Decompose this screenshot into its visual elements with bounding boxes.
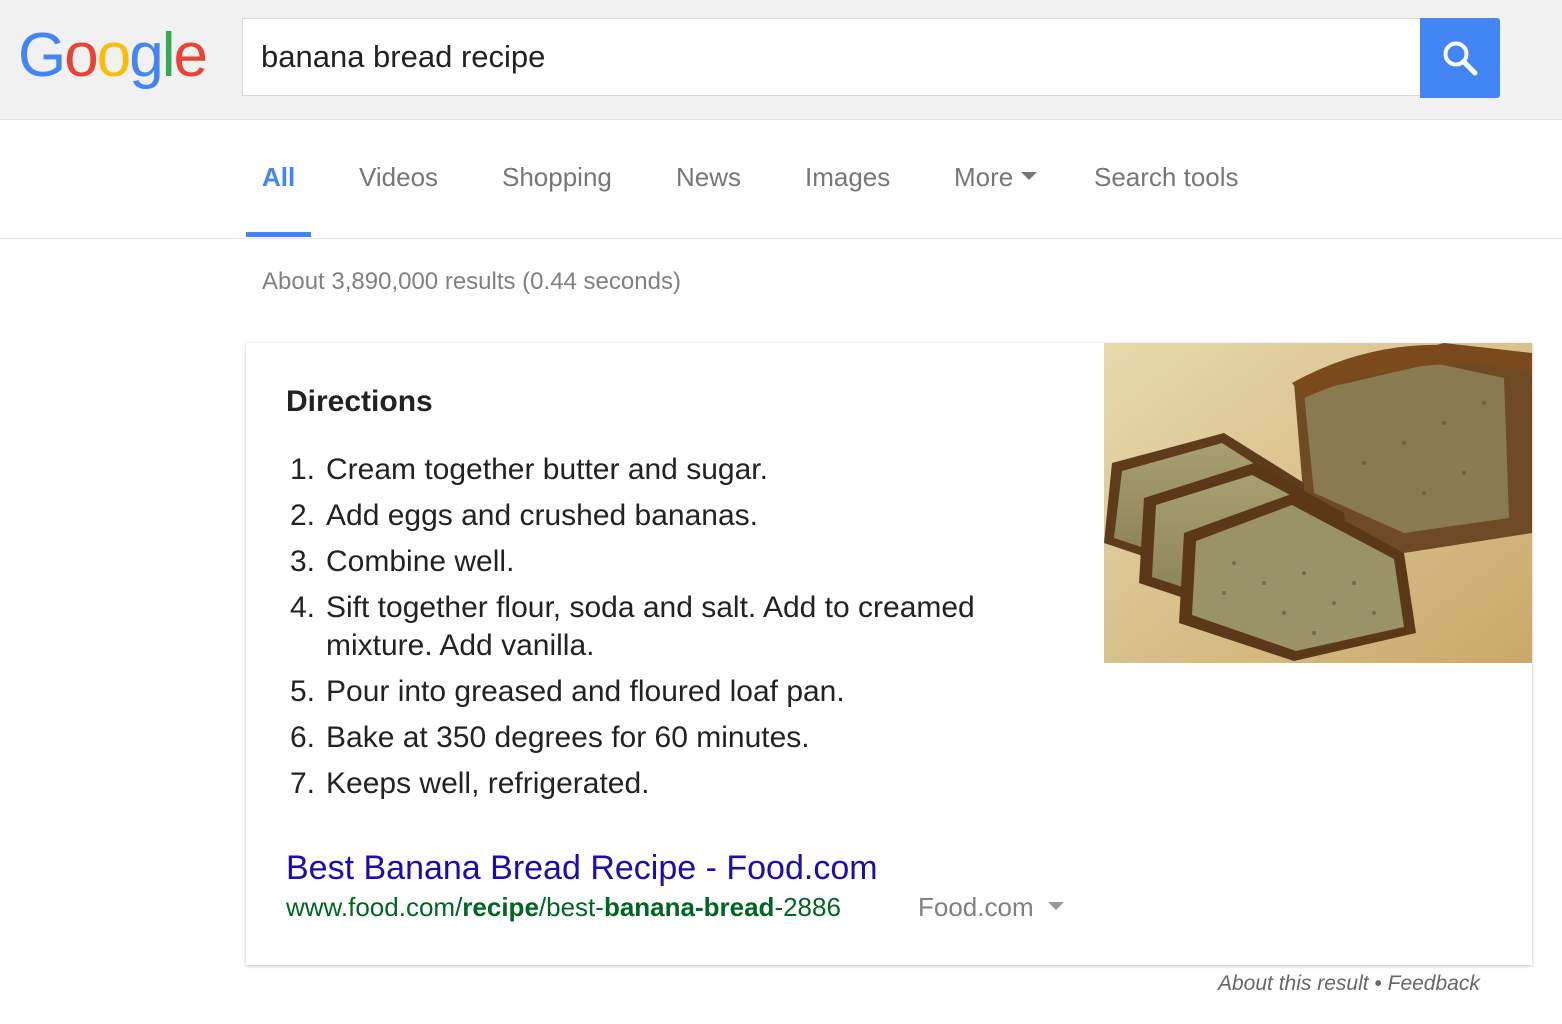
- step-number: 3.: [290, 545, 316, 578]
- result-title-link[interactable]: Best Banana Bread Recipe - Food.com: [286, 849, 878, 888]
- caret-down-icon: [1047, 902, 1064, 911]
- search-icon: [1443, 41, 1478, 76]
- logo-letter: o: [64, 21, 99, 90]
- search-button[interactable]: [1420, 18, 1500, 98]
- logo-letter: o: [96, 21, 132, 90]
- about-this-result-link[interactable]: About this result: [1218, 972, 1369, 995]
- google-logo[interactable]: Google: [18, 16, 208, 96]
- caret-down-icon: [1021, 172, 1038, 181]
- banana-bread-photo: [1104, 343, 1532, 663]
- step-text: Bake at 350 degrees for 60 minutes.: [326, 721, 810, 754]
- list-item: 5. Pour into greased and floured loaf pan…: [286, 673, 1046, 711]
- step-number: 5.: [290, 675, 316, 708]
- list-item: 2. Add eggs and crushed bananas.: [286, 497, 1046, 535]
- tab-search-tools[interactable]: Search tools: [1094, 162, 1239, 193]
- step-number: 2.: [290, 499, 316, 532]
- search-input[interactable]: [261, 19, 1401, 95]
- separator: •: [1368, 972, 1388, 995]
- url-prefix: www.food.com/: [286, 892, 463, 922]
- feedback-link[interactable]: Feedback: [1388, 972, 1480, 995]
- result-stats: About 3,890,000 results (0.44 seconds): [262, 268, 681, 295]
- tab-all[interactable]: All: [262, 162, 295, 193]
- result-url[interactable]: www.food.com/recipe/best-banana-bread-28…: [286, 892, 841, 923]
- logo-letter: g: [129, 21, 164, 90]
- search-tabs: All Videos Shopping News Images More Sea…: [0, 120, 1562, 239]
- logo-letter: e: [173, 21, 208, 90]
- tab-videos[interactable]: Videos: [359, 162, 438, 193]
- tab-shopping[interactable]: Shopping: [502, 162, 612, 193]
- step-text: Combine well.: [326, 545, 515, 578]
- step-number: 4.: [290, 591, 316, 624]
- list-item: 4. Sift together flour, soda and salt. Ad…: [286, 589, 1046, 665]
- url-bold-recipe: recipe: [462, 892, 539, 922]
- tab-images[interactable]: Images: [805, 162, 890, 193]
- step-text: Add eggs and crushed bananas.: [326, 499, 758, 532]
- logo-letter: l: [161, 21, 176, 90]
- source-dropdown[interactable]: Food.com: [918, 892, 1064, 923]
- featured-snippet-card: Directions 1. Cream together butter and s…: [246, 343, 1532, 965]
- active-tab-indicator: [246, 232, 311, 237]
- banana-bread-image[interactable]: [1104, 343, 1532, 663]
- step-text: Cream together butter and sugar.: [326, 453, 768, 486]
- header-bar: Google: [0, 0, 1562, 120]
- tab-news[interactable]: News: [676, 162, 741, 193]
- list-item: 6. Bake at 350 degrees for 60 minutes.: [286, 719, 1046, 757]
- list-item: 7. Keeps well, refrigerated.: [286, 765, 1046, 803]
- step-text: Sift together flour, soda and salt. Add …: [326, 591, 975, 662]
- snippet-footer: About this result • Feedback: [1218, 972, 1480, 996]
- search-box: [242, 18, 1420, 96]
- snippet-title: Directions: [286, 385, 433, 418]
- step-number: 7.: [290, 767, 316, 800]
- step-text: Pour into greased and floured loaf pan.: [326, 675, 845, 708]
- url-suffix: -2886: [774, 892, 841, 922]
- step-text: Keeps well, refrigerated.: [326, 767, 650, 800]
- tab-more[interactable]: More: [954, 162, 1038, 193]
- directions-list: 1. Cream together butter and sugar. 2. Add…: [286, 451, 1046, 811]
- step-number: 6.: [290, 721, 316, 754]
- url-bold-banana-bread: banana-bread: [603, 892, 775, 922]
- url-mid: /best-: [538, 892, 604, 922]
- list-item: 3. Combine well.: [286, 543, 1046, 581]
- step-number: 1.: [290, 453, 316, 486]
- source-label: Food.com: [918, 892, 1034, 922]
- logo-letter: G: [18, 21, 66, 90]
- tab-more-label: More: [954, 162, 1014, 192]
- list-item: 1. Cream together butter and sugar.: [286, 451, 1046, 489]
